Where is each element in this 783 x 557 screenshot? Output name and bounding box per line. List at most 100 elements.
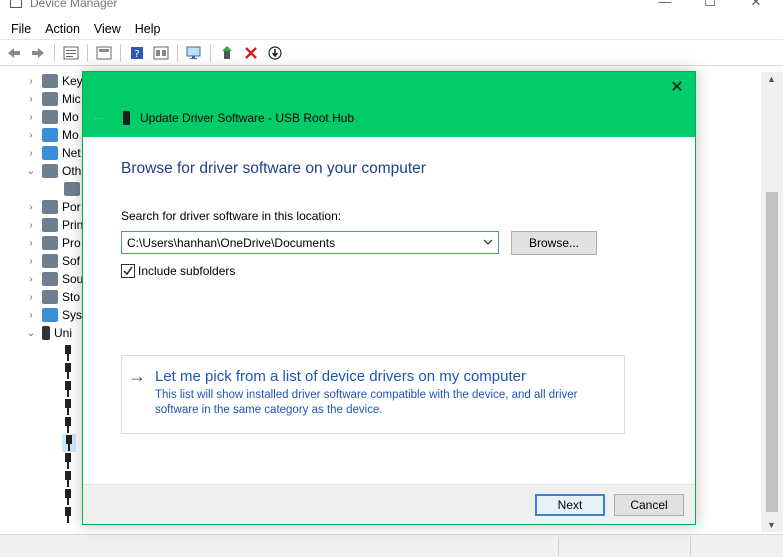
usb-device-item[interactable] <box>64 344 72 362</box>
pick-from-list-option[interactable]: → Let me pick from a list of device driv… <box>121 355 625 434</box>
scroll-up-icon[interactable]: ▲ <box>767 74 776 84</box>
collapse-chevron-icon[interactable]: ⌄ <box>24 166 38 177</box>
expand-chevron-icon[interactable]: › <box>24 130 38 141</box>
processor-icon <box>42 236 58 250</box>
usb-plug-icon <box>64 381 72 397</box>
toolbar-separator <box>120 43 121 62</box>
tree-item[interactable]: › Key <box>24 72 83 90</box>
disable-device-icon[interactable] <box>265 43 285 63</box>
tree-item[interactable]: › Syst <box>24 306 85 324</box>
page-heading: Browse for driver software on your compu… <box>121 160 426 177</box>
arrow-right-icon: → <box>128 366 146 386</box>
expand-chevron-icon[interactable]: › <box>24 76 38 87</box>
menu-view[interactable]: View <box>87 18 128 40</box>
usb-device-item[interactable] <box>64 488 72 506</box>
include-subfolders-label[interactable]: Include subfolders <box>138 264 235 278</box>
expand-chevron-icon[interactable]: › <box>24 256 38 267</box>
usb-plug-icon <box>64 417 72 433</box>
tree-item[interactable]: › Pro <box>24 234 81 252</box>
usb-device-item[interactable] <box>64 416 72 434</box>
status-divider <box>558 537 559 556</box>
printer-icon <box>42 218 58 232</box>
menu-action[interactable]: Action <box>38 18 87 40</box>
device-manager-icon <box>10 0 22 8</box>
update-driver-dialog: ✕ ← Update Driver Software - USB Root Hu… <box>82 71 696 525</box>
tree-item[interactable] <box>60 180 84 198</box>
tree-item[interactable]: › Mic <box>24 90 81 108</box>
tree-item-label: Mo <box>62 128 79 142</box>
expand-chevron-icon[interactable]: › <box>24 202 38 213</box>
back-arrow-icon[interactable] <box>4 43 24 63</box>
back-icon[interactable]: ← <box>91 108 106 125</box>
usb-device-item[interactable] <box>64 380 72 398</box>
chevron-down-icon[interactable] <box>482 236 494 248</box>
tree-item-label: Mo <box>62 110 79 124</box>
menu-file[interactable]: File <box>4 18 38 40</box>
scroll-thumb[interactable] <box>766 192 778 512</box>
tree-item-label: Sto <box>62 290 81 304</box>
expand-chevron-icon[interactable]: › <box>24 220 38 231</box>
usb-plug-icon <box>64 471 72 487</box>
expand-chevron-icon[interactable]: › <box>24 94 38 105</box>
menu-help[interactable]: Help <box>128 18 168 40</box>
tree-item[interactable]: › Mo <box>24 126 79 144</box>
collapse-chevron-icon[interactable]: ⌄ <box>24 328 38 339</box>
tree-item[interactable]: › Sou <box>24 270 83 288</box>
expand-chevron-icon[interactable]: › <box>24 292 38 303</box>
close-dialog-icon[interactable]: ✕ <box>669 80 685 96</box>
usb-device-item[interactable] <box>64 506 72 524</box>
expand-chevron-icon[interactable]: › <box>24 310 38 321</box>
uninstall-icon[interactable] <box>241 43 261 63</box>
window-title: Device Manager <box>30 0 118 10</box>
driver-path-value: C:\Users\hanhan\OneDrive\Documents <box>127 236 336 250</box>
usb-device-icon <box>123 111 130 125</box>
tree-item[interactable]: › Net <box>24 144 81 162</box>
tree-item[interactable]: › Sto <box>24 288 80 306</box>
system-icon <box>42 308 58 322</box>
usb-device-item[interactable] <box>64 362 72 380</box>
tree-item-label: Uni <box>54 326 73 340</box>
tree-item-label: Prin <box>62 218 84 232</box>
tree-item[interactable]: › Por <box>24 198 81 216</box>
maximize-icon[interactable]: ☐ <box>700 0 720 10</box>
help-icon[interactable]: ? <box>127 43 147 63</box>
show-hidden-icon[interactable] <box>151 43 171 63</box>
minimize-icon[interactable]: — <box>655 0 675 9</box>
storage-icon <box>42 290 58 304</box>
pick-from-list-title[interactable]: Let me pick from a list of device driver… <box>155 368 526 385</box>
expand-chevron-icon[interactable]: › <box>24 238 38 249</box>
next-button[interactable]: Next <box>535 494 605 516</box>
tree-item[interactable]: ⌄ Oth <box>24 162 81 180</box>
expand-chevron-icon[interactable]: › <box>24 112 38 123</box>
driver-path-combobox[interactable]: C:\Users\hanhan\OneDrive\Documents <box>121 231 499 254</box>
forward-arrow-icon[interactable] <box>28 43 48 63</box>
usb-device-item-selected[interactable] <box>62 434 76 452</box>
tree-item[interactable]: › Prin <box>24 216 83 234</box>
cancel-button[interactable]: Cancel <box>614 494 684 516</box>
dialog-title: Update Driver Software - USB Root Hub <box>140 111 355 125</box>
usb-plug-icon <box>64 453 72 469</box>
browse-button[interactable]: Browse... <box>511 231 597 255</box>
software-device-icon <box>42 254 58 268</box>
properties-icon[interactable] <box>61 43 81 63</box>
toolbar-separator <box>210 43 211 62</box>
scan-hardware-icon[interactable] <box>184 43 204 63</box>
tree-item[interactable]: ⌄ Uni <box>24 324 72 342</box>
expand-chevron-icon[interactable]: › <box>24 148 38 159</box>
update-driver-icon[interactable] <box>217 43 237 63</box>
tree-item[interactable]: › Sof <box>24 252 80 270</box>
usb-device-item[interactable] <box>64 398 72 416</box>
vertical-scrollbar[interactable]: ▲ ▼ <box>761 72 783 532</box>
scroll-down-icon[interactable]: ▼ <box>767 520 776 530</box>
usb-device-item[interactable] <box>64 452 72 470</box>
include-subfolders-checkbox[interactable] <box>121 264 135 278</box>
view-icon[interactable] <box>94 43 114 63</box>
window-titlebar: Device Manager — ☐ ✕ <box>0 0 783 14</box>
keyboard-icon <box>42 74 58 88</box>
tree-item[interactable]: › Mo <box>24 108 79 126</box>
search-location-label: Search for driver software in this locat… <box>121 209 342 223</box>
usb-device-item[interactable] <box>64 470 72 488</box>
svg-text:?: ? <box>134 49 139 60</box>
expand-chevron-icon[interactable]: › <box>24 274 38 285</box>
close-window-icon[interactable]: ✕ <box>746 0 766 10</box>
